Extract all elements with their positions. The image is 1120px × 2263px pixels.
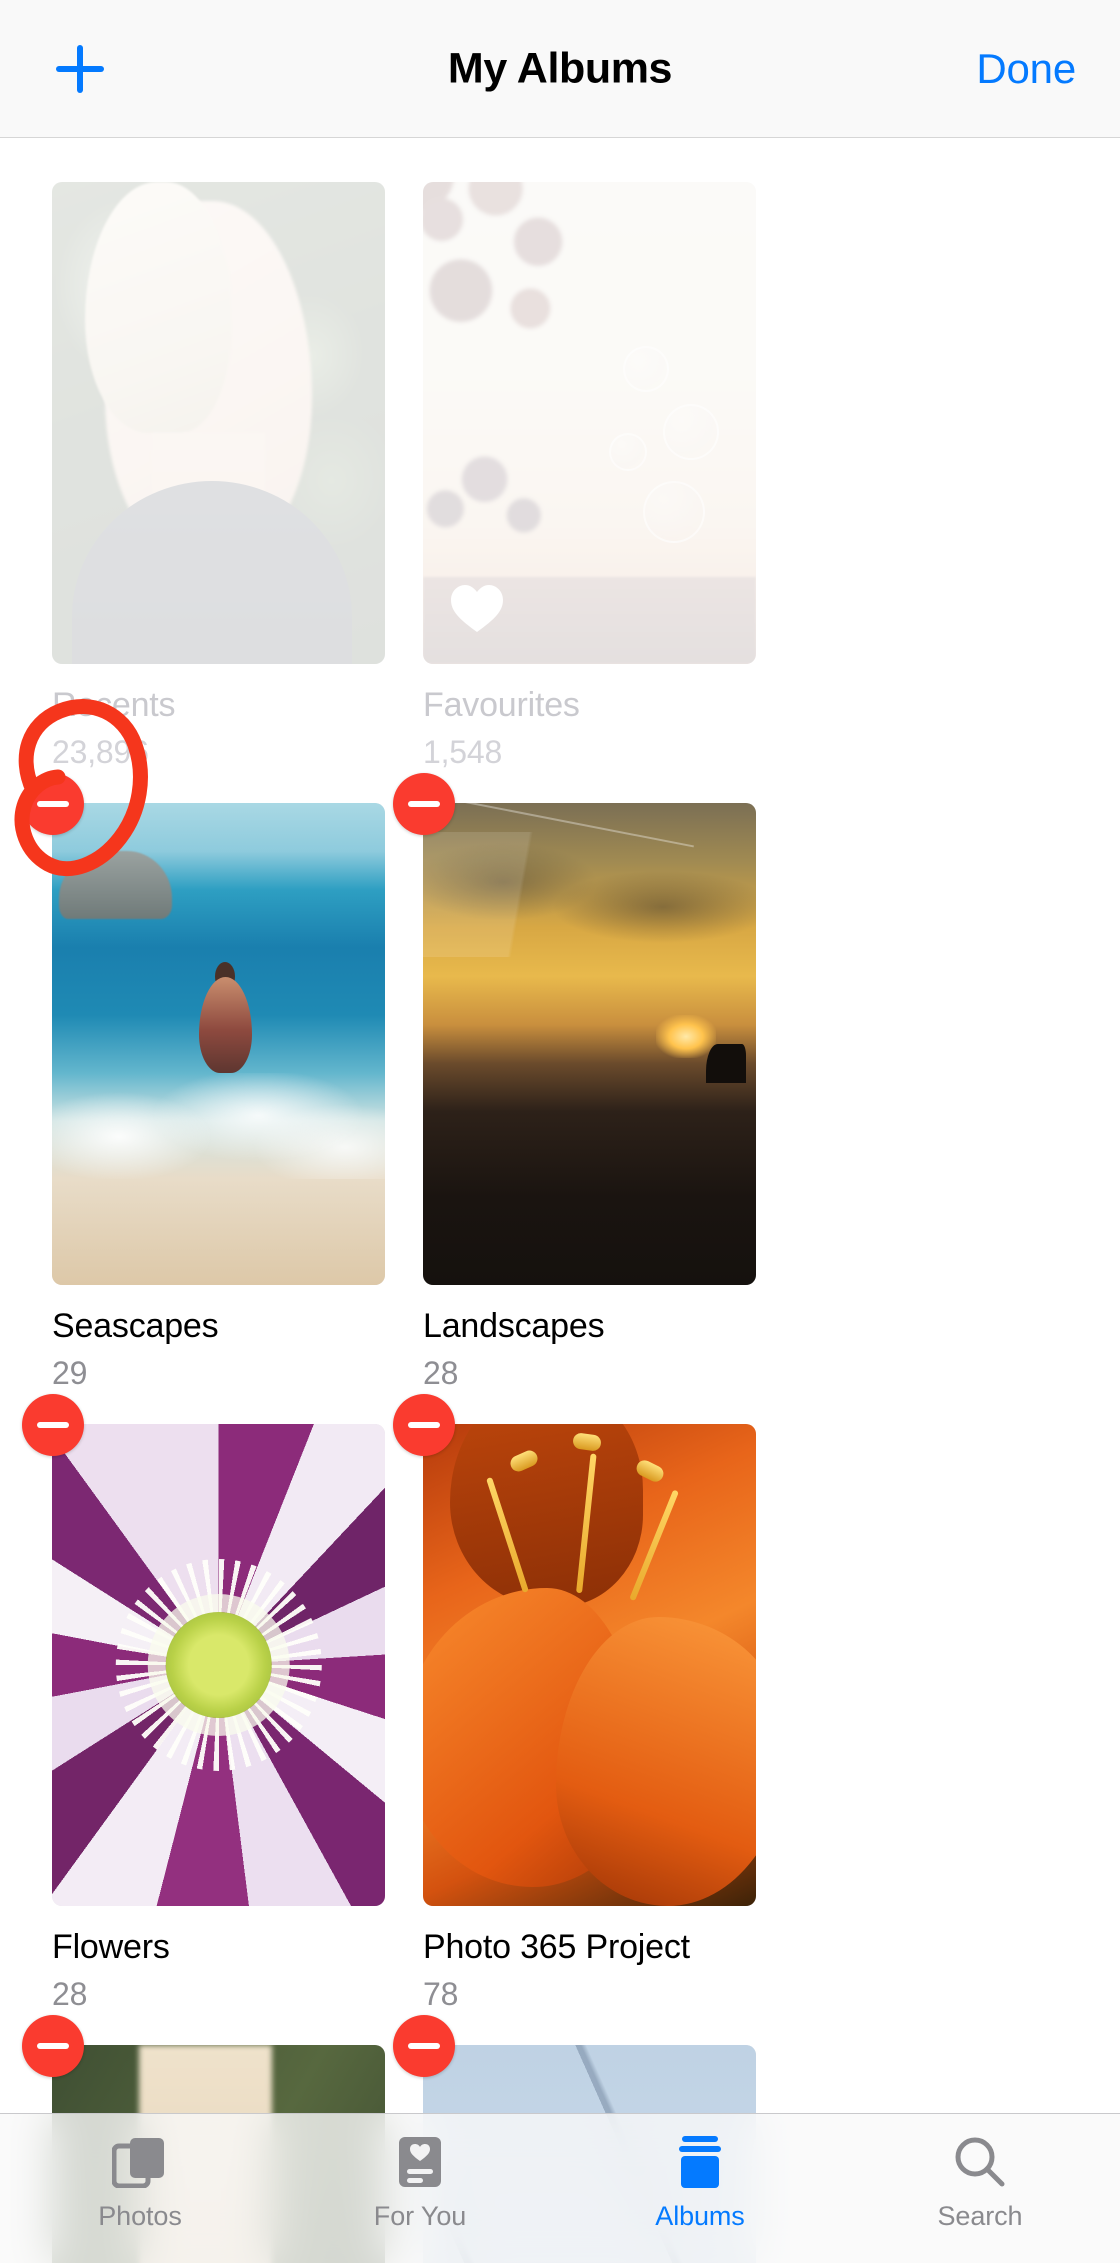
tab-label: Albums (655, 2201, 745, 2231)
remove-album-badge-flowers[interactable] (22, 1394, 84, 1456)
photos-stack-icon (112, 2133, 168, 2191)
album-title: Landscapes (423, 1307, 605, 1345)
page-title: My Albums (447, 44, 673, 92)
for-you-card-icon (396, 2133, 444, 2191)
album-grid: Recents 23,896 Favourites 1,548 Seascape… (0, 138, 1120, 2263)
remove-album-badge-partial-left[interactable] (22, 2015, 84, 2077)
tab-label: Search (937, 2201, 1023, 2231)
album-cell-flowers[interactable]: Flowers 28 (22, 1394, 385, 2013)
album-count: 28 (52, 1976, 88, 2012)
magnifier-icon (953, 2133, 1007, 2191)
album-cover-image (52, 182, 385, 664)
album-count: 1,548 (423, 734, 503, 770)
album-cell-landscapes[interactable]: Landscapes 28 (393, 773, 756, 1392)
album-cover-image (52, 803, 385, 1285)
album-count: 28 (423, 1355, 459, 1391)
album-cell-photo-365-project[interactable]: Photo 365 Project 78 (393, 1394, 756, 2013)
album-title: Flowers (52, 1928, 170, 1966)
album-count: 29 (52, 1355, 88, 1391)
tab-bar: Photos For You Albums Search (0, 2113, 1120, 2263)
favourite-heart-icon (449, 583, 505, 638)
album-thumbnail[interactable] (52, 182, 385, 664)
tab-label: For You (373, 2201, 467, 2231)
album-cell-favourites[interactable]: Favourites 1,548 (423, 182, 756, 771)
album-cover-image (423, 1424, 756, 1906)
album-title: Photo 365 Project (423, 1928, 690, 1966)
album-count: 78 (423, 1976, 459, 2012)
remove-album-badge-landscapes[interactable] (393, 773, 455, 835)
remove-album-badge-photo-365-project[interactable] (393, 1394, 455, 1456)
album-thumbnail[interactable] (423, 182, 756, 664)
tab-search[interactable]: Search (840, 2114, 1120, 2263)
album-thumbnail[interactable] (52, 1424, 385, 1906)
tab-albums[interactable]: Albums (560, 2114, 840, 2263)
albums-book-icon (674, 2133, 726, 2191)
tab-for-you[interactable]: For You (280, 2114, 560, 2263)
album-cell-recents[interactable]: Recents 23,896 (52, 182, 385, 771)
album-title: Recents (52, 686, 176, 724)
album-thumbnail[interactable] (423, 803, 756, 1285)
album-thumbnail[interactable] (52, 803, 385, 1285)
album-title: Seascapes (52, 1307, 219, 1345)
done-button[interactable]: Done (976, 45, 1076, 93)
album-thumbnail[interactable] (423, 1424, 756, 1906)
album-title: Favourites (423, 686, 580, 724)
navigation-bar: My Albums Done (0, 0, 1120, 138)
remove-album-badge-seascapes[interactable] (22, 773, 84, 835)
tab-photos[interactable]: Photos (0, 2114, 280, 2263)
album-cover-image (52, 1424, 385, 1906)
album-cell-seascapes[interactable]: Seascapes 29 (22, 773, 385, 1392)
album-grid-scroll[interactable]: Recents 23,896 Favourites 1,548 Seascape… (0, 138, 1120, 2263)
remove-album-badge-partial-right[interactable] (393, 2015, 455, 2077)
album-count: 23,896 (52, 734, 149, 770)
album-cover-image (423, 803, 756, 1285)
tab-label: Photos (98, 2201, 182, 2231)
